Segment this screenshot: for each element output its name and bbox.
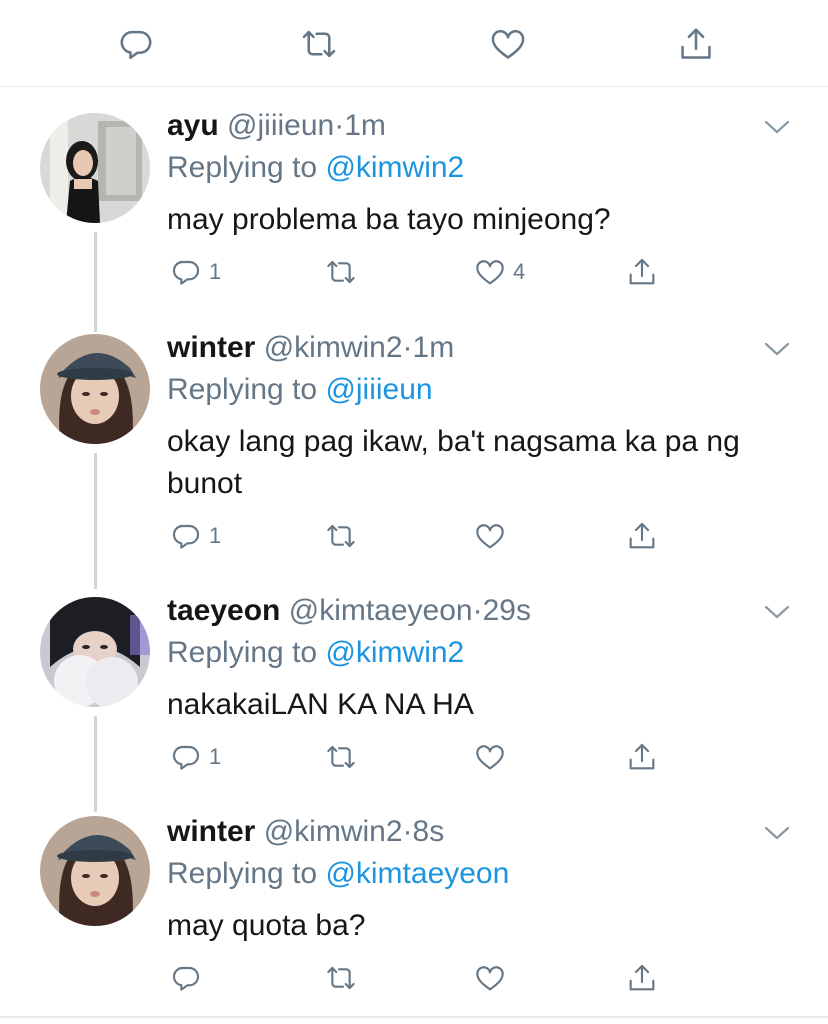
separator-dot: · bbox=[334, 109, 345, 142]
chevron-down-icon[interactable] bbox=[763, 118, 791, 136]
display-name[interactable]: winter bbox=[167, 331, 255, 364]
share-icon bbox=[629, 258, 655, 285]
like-count: 4 bbox=[513, 259, 526, 284]
timestamp[interactable]: 1m bbox=[344, 109, 386, 142]
like-icon[interactable] bbox=[489, 25, 527, 63]
share-button[interactable] bbox=[626, 520, 658, 552]
tweet-text: may problema ba tayo minjeong? bbox=[167, 203, 611, 236]
user-handle[interactable]: @kimwin2 bbox=[264, 331, 403, 364]
retweet-button[interactable] bbox=[325, 256, 364, 288]
replying-to-line: Replying to @kimwin2 bbox=[167, 635, 464, 671]
share-button[interactable] bbox=[626, 256, 658, 288]
share-icon bbox=[629, 964, 655, 991]
timestamp[interactable]: 8s bbox=[413, 815, 445, 848]
user-handle[interactable]: @kimwin2 bbox=[264, 815, 403, 848]
tweet-header: winter @kimwin2·8s bbox=[167, 814, 444, 850]
mention-link[interactable]: @kimwin2 bbox=[325, 151, 464, 184]
tweet-text: nakakaiLAN KA NA HA bbox=[167, 688, 474, 721]
tweet-header: taeyeon @kimtaeyeon·29s bbox=[167, 593, 531, 629]
replying-to-label: Replying to bbox=[167, 151, 318, 184]
reply-icon bbox=[172, 524, 200, 549]
user-handle[interactable]: @kimtaeyeon bbox=[289, 594, 473, 627]
avatar[interactable] bbox=[40, 597, 150, 707]
avatar[interactable] bbox=[40, 113, 150, 223]
reply-button[interactable] bbox=[170, 962, 209, 994]
reply-button[interactable]: 1 bbox=[170, 256, 221, 288]
like-icon bbox=[476, 260, 504, 285]
tweet-header: winter @kimwin2·1m bbox=[167, 330, 454, 366]
separator-dot: · bbox=[402, 331, 413, 364]
like-button[interactable] bbox=[474, 520, 513, 552]
replying-to-line: Replying to @kimwin2 bbox=[167, 150, 464, 186]
reply-icon[interactable] bbox=[117, 25, 155, 63]
like-icon bbox=[476, 966, 504, 991]
like-icon bbox=[476, 524, 504, 549]
reply-icon bbox=[172, 745, 200, 770]
share-icon bbox=[629, 522, 655, 549]
display-name[interactable]: ayu bbox=[167, 109, 219, 142]
retweet-icon bbox=[327, 966, 355, 990]
avatar[interactable] bbox=[40, 334, 150, 444]
thread-connector-line bbox=[94, 453, 97, 589]
share-icon[interactable] bbox=[677, 25, 715, 63]
tweet-text: may quota ba? bbox=[167, 909, 366, 942]
mention-link[interactable]: @jiiieun bbox=[325, 373, 432, 406]
timestamp[interactable]: 29s bbox=[483, 594, 531, 627]
timestamp[interactable]: 1m bbox=[413, 331, 455, 364]
chevron-down-icon[interactable] bbox=[763, 824, 791, 842]
retweet-icon bbox=[327, 745, 355, 769]
divider bbox=[0, 1016, 828, 1018]
replying-to-label: Replying to bbox=[167, 636, 318, 669]
like-button[interactable]: 4 bbox=[474, 256, 525, 288]
reply-count: 1 bbox=[209, 523, 222, 548]
display-name[interactable]: taeyeon bbox=[167, 594, 280, 627]
display-name[interactable]: winter bbox=[167, 815, 255, 848]
chevron-down-icon[interactable] bbox=[763, 603, 791, 621]
reply-icon bbox=[172, 260, 200, 285]
thread-connector-line bbox=[94, 716, 97, 812]
retweet-icon[interactable] bbox=[300, 25, 338, 63]
thread-connector-line bbox=[94, 232, 97, 332]
replying-to-label: Replying to bbox=[167, 857, 318, 890]
retweet-icon bbox=[327, 260, 355, 284]
retweet-button[interactable] bbox=[325, 741, 364, 773]
separator-dot: · bbox=[402, 815, 413, 848]
avatar[interactable] bbox=[40, 816, 150, 926]
retweet-button[interactable] bbox=[325, 520, 364, 552]
tweet-header: ayu @jiiieun·1m bbox=[167, 108, 386, 144]
reply-count: 1 bbox=[209, 744, 222, 769]
replying-to-line: Replying to @jiiieun bbox=[167, 372, 433, 408]
like-icon bbox=[476, 745, 504, 770]
reply-count: 1 bbox=[209, 259, 222, 284]
separator-dot: · bbox=[472, 594, 483, 627]
share-button[interactable] bbox=[626, 741, 658, 773]
chevron-down-icon[interactable] bbox=[763, 340, 791, 358]
reply-icon bbox=[172, 966, 200, 991]
like-button[interactable] bbox=[474, 962, 513, 994]
mention-link[interactable]: @kimwin2 bbox=[325, 636, 464, 669]
reply-button[interactable]: 1 bbox=[170, 741, 221, 773]
share-icon bbox=[629, 743, 655, 770]
replying-to-label: Replying to bbox=[167, 373, 318, 406]
replying-to-line: Replying to @kimtaeyeon bbox=[167, 856, 509, 892]
mention-link[interactable]: @kimtaeyeon bbox=[325, 857, 509, 890]
tweet-text: okay lang pag ikaw, ba't nagsama ka pa n… bbox=[167, 425, 740, 500]
parent-tweet-action-bar bbox=[0, 0, 828, 87]
like-button[interactable] bbox=[474, 741, 513, 773]
reply-button[interactable]: 1 bbox=[170, 520, 221, 552]
retweet-icon bbox=[327, 524, 355, 548]
retweet-button[interactable] bbox=[325, 962, 364, 994]
share-button[interactable] bbox=[626, 962, 658, 994]
user-handle[interactable]: @jiiieun bbox=[227, 109, 334, 142]
